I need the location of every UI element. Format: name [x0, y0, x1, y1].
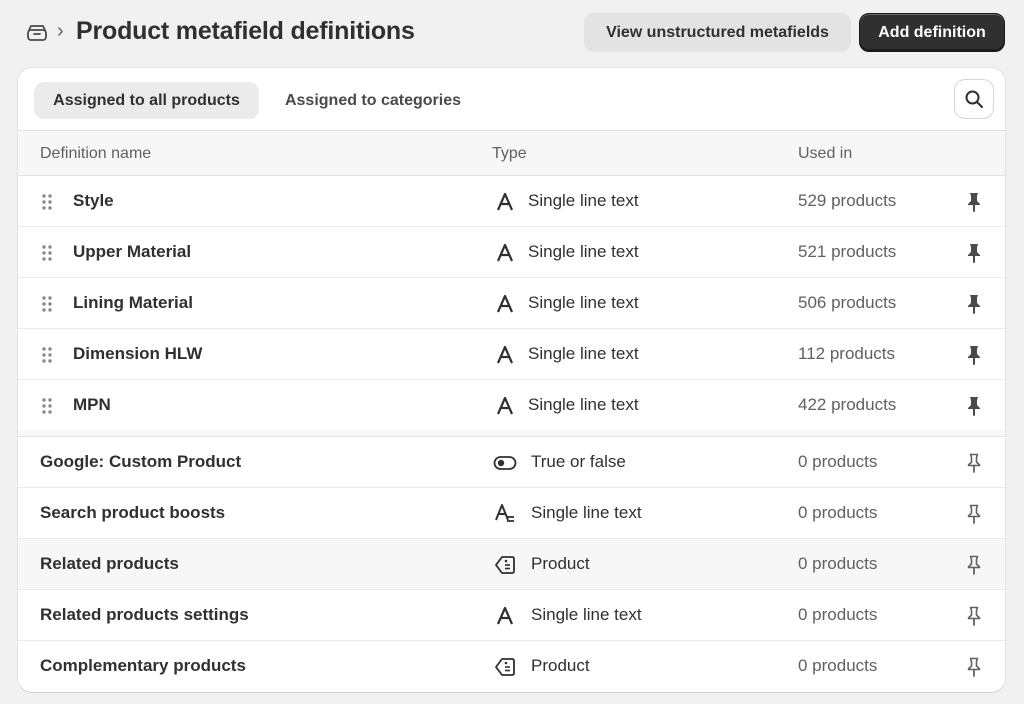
- definition-name[interactable]: MPN: [73, 395, 111, 415]
- tab-bar: Assigned to all products Assigned to cat…: [18, 68, 1005, 130]
- pin-filled-icon[interactable]: [963, 293, 985, 315]
- tab-assigned-to-categories[interactable]: Assigned to categories: [268, 82, 478, 119]
- used-in-count: 529 products: [798, 191, 897, 210]
- definition-name[interactable]: Style: [73, 191, 114, 211]
- used-in-count: 0 products: [798, 605, 878, 624]
- definition-name[interactable]: Lining Material: [73, 293, 193, 313]
- definition-type: Single line text: [528, 395, 639, 414]
- definition-name[interactable]: Complementary products: [40, 656, 246, 676]
- search-icon: [964, 89, 984, 109]
- used-in-count: 422 products: [798, 395, 897, 414]
- definition-type: True or false: [531, 452, 626, 471]
- table-row[interactable]: Lining Material Single line text 506 pro…: [18, 278, 1005, 329]
- definition-name[interactable]: Related products: [40, 554, 179, 574]
- text-list-icon: [493, 502, 517, 526]
- table-row[interactable]: Upper Material Single line text 521 prod…: [18, 227, 1005, 278]
- drag-handle-icon[interactable]: [40, 346, 54, 364]
- search-button[interactable]: [955, 80, 993, 118]
- pin-outline-icon[interactable]: [963, 605, 985, 627]
- used-in-count: 521 products: [798, 242, 897, 261]
- pin-filled-icon[interactable]: [963, 344, 985, 366]
- breadcrumb-separator: ›: [57, 20, 64, 42]
- column-header-used-in[interactable]: Used in: [798, 145, 852, 163]
- table-header: Definition name Type Used in: [18, 130, 1005, 176]
- pin-outline-icon[interactable]: [963, 656, 985, 678]
- table-row[interactable]: Dimension HLW Single line text 112 produ…: [18, 329, 1005, 380]
- definition-type: Single line text: [528, 293, 639, 312]
- store-icon[interactable]: [26, 23, 48, 43]
- drag-handle-icon[interactable]: [40, 193, 54, 211]
- table-row[interactable]: MPN Single line text 422 products: [18, 380, 1005, 431]
- pinned-group-divider: [18, 430, 1005, 437]
- pin-filled-icon[interactable]: [963, 395, 985, 417]
- table-row[interactable]: Related products Product 0 products: [18, 539, 1005, 590]
- definition-type: Product: [531, 554, 590, 573]
- definition-type: Single line text: [528, 242, 639, 261]
- view-unstructured-metafields-button[interactable]: View unstructured metafields: [584, 13, 851, 52]
- pin-filled-icon[interactable]: [963, 191, 985, 213]
- used-in-count: 112 products: [798, 344, 896, 363]
- text-icon: [493, 190, 517, 214]
- pin-outline-icon[interactable]: [963, 554, 985, 576]
- definition-name[interactable]: Search product boosts: [40, 503, 225, 523]
- text-icon: [493, 343, 517, 367]
- definition-type: Single line text: [531, 605, 642, 624]
- used-in-count: 506 products: [798, 293, 897, 312]
- pin-outline-icon[interactable]: [963, 503, 985, 525]
- drag-handle-icon[interactable]: [40, 244, 54, 262]
- toggle-icon: [493, 451, 517, 475]
- text-icon: [493, 241, 517, 265]
- definition-name[interactable]: Related products settings: [40, 605, 249, 625]
- table-row[interactable]: Related products settings Single line te…: [18, 590, 1005, 641]
- column-header-definition-name[interactable]: Definition name: [40, 145, 151, 163]
- used-in-count: 0 products: [798, 503, 878, 522]
- used-in-count: 0 products: [798, 554, 878, 573]
- page-header: › Product metafield definitions View uns…: [0, 0, 1024, 66]
- table-row[interactable]: Complementary products Product 0 product…: [18, 641, 1005, 692]
- pin-filled-icon[interactable]: [963, 242, 985, 264]
- definition-name[interactable]: Upper Material: [73, 242, 191, 262]
- text-icon: [493, 604, 517, 628]
- page-title: Product metafield definitions: [76, 17, 415, 45]
- drag-handle-icon[interactable]: [40, 295, 54, 313]
- pin-outline-icon[interactable]: [963, 452, 985, 474]
- product-tag-icon: [493, 553, 517, 577]
- text-icon: [493, 292, 517, 316]
- definition-type: Product: [531, 656, 590, 675]
- tab-assigned-to-all-products[interactable]: Assigned to all products: [34, 82, 259, 119]
- definition-type: Single line text: [528, 344, 639, 363]
- product-tag-icon: [493, 655, 517, 679]
- used-in-count: 0 products: [798, 656, 878, 675]
- table-row[interactable]: Search product boosts Single line text 0…: [18, 488, 1005, 539]
- definition-type: Single line text: [531, 503, 642, 522]
- definitions-card: Assigned to all products Assigned to cat…: [18, 68, 1005, 692]
- column-header-type[interactable]: Type: [492, 145, 527, 163]
- table-row[interactable]: Google: Custom Product True or false 0 p…: [18, 437, 1005, 488]
- used-in-count: 0 products: [798, 452, 878, 471]
- add-definition-button[interactable]: Add definition: [859, 13, 1005, 52]
- definition-name[interactable]: Dimension HLW: [73, 344, 202, 364]
- definition-name[interactable]: Google: Custom Product: [40, 452, 241, 472]
- drag-handle-icon[interactable]: [40, 397, 54, 415]
- text-icon: [493, 394, 517, 418]
- table-row[interactable]: Style Single line text 529 products: [18, 176, 1005, 227]
- definition-type: Single line text: [528, 191, 639, 210]
